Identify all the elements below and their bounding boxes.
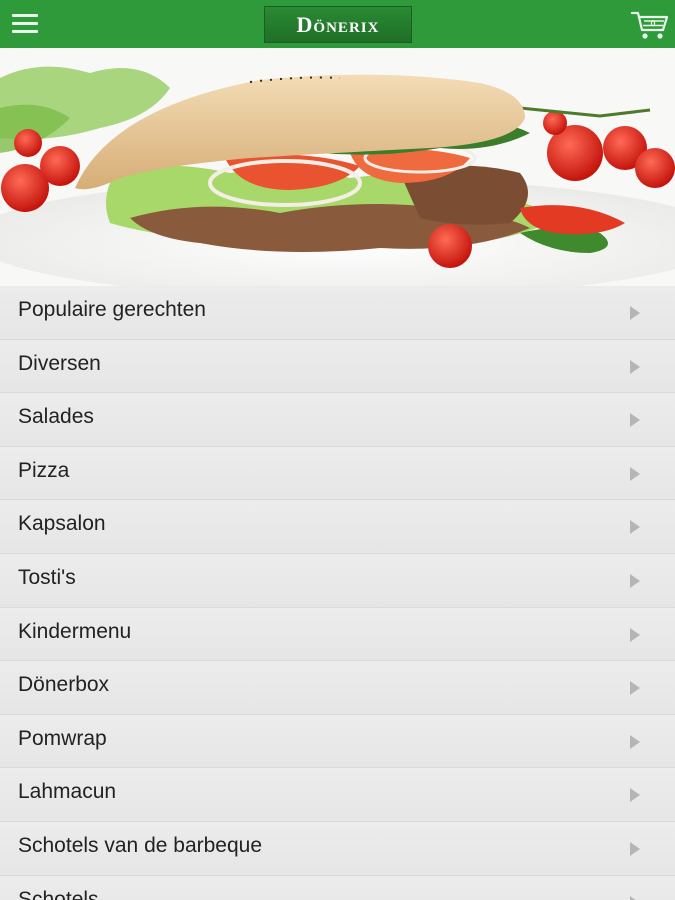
list-item-label: Lahmacun [18, 780, 117, 804]
list-item[interactable]: Dönerbox [0, 661, 675, 715]
list-item[interactable]: Salades [0, 393, 675, 447]
chevron-right-icon [630, 627, 640, 642]
list-item[interactable]: Pomwrap [0, 714, 675, 769]
list-item-label: Kindermenu [18, 619, 132, 643]
list-item-label: Salades [18, 405, 94, 429]
list-item[interactable]: Tosti's [0, 553, 675, 608]
list-item-label: Pomwrap [18, 726, 107, 750]
list-item-label: Dönerbox [18, 673, 110, 697]
list-item-label: Tosti's [18, 565, 76, 589]
shopping-cart-icon[interactable]: 0 [630, 8, 670, 42]
chevron-right-icon [630, 413, 640, 428]
hero-food-image [0, 48, 675, 286]
list-item-label: Diversen [18, 351, 101, 375]
cart-count-badge: 0 [650, 19, 655, 29]
chevron-right-icon [630, 359, 640, 374]
list-item[interactable]: Diversen [0, 339, 675, 394]
list-item[interactable]: Kindermenu [0, 607, 675, 662]
chevron-right-icon [630, 788, 640, 803]
list-item[interactable]: Schotels [0, 875, 675, 900]
chevron-right-icon [630, 573, 640, 588]
chevron-right-icon [630, 841, 640, 856]
chevron-right-icon [630, 895, 640, 900]
brand-logo: Dönerix [264, 6, 412, 43]
list-item-label: Populaire gerechten [18, 298, 206, 321]
chevron-right-icon [630, 466, 640, 481]
list-item[interactable]: Kapsalon [0, 500, 675, 554]
list-item[interactable]: Populaire gerechten [0, 286, 675, 340]
top-app-bar: Dönerix 0 [0, 0, 675, 48]
chevron-right-icon [630, 520, 640, 535]
logo-text: Dönerix [296, 11, 380, 37]
hamburger-menu-icon[interactable] [10, 12, 40, 36]
list-item-label: Kapsalon [18, 512, 106, 536]
chevron-right-icon [630, 306, 640, 320]
list-item-label: Schotels van de barbeque [18, 833, 263, 857]
list-item[interactable]: Schotels van de barbeque [0, 821, 675, 876]
chevron-right-icon [630, 681, 640, 696]
list-item-label: Pizza [18, 458, 70, 482]
app-screen: Dönerix 0 Populaire gerechten Diversen S… [0, 0, 675, 900]
category-list: Populaire gerechten Diversen Salades Piz… [0, 286, 675, 900]
list-item-label: Schotels [18, 887, 99, 900]
chevron-right-icon [630, 734, 640, 749]
list-item[interactable]: Pizza [0, 446, 675, 501]
list-item[interactable]: Lahmacun [0, 768, 675, 822]
